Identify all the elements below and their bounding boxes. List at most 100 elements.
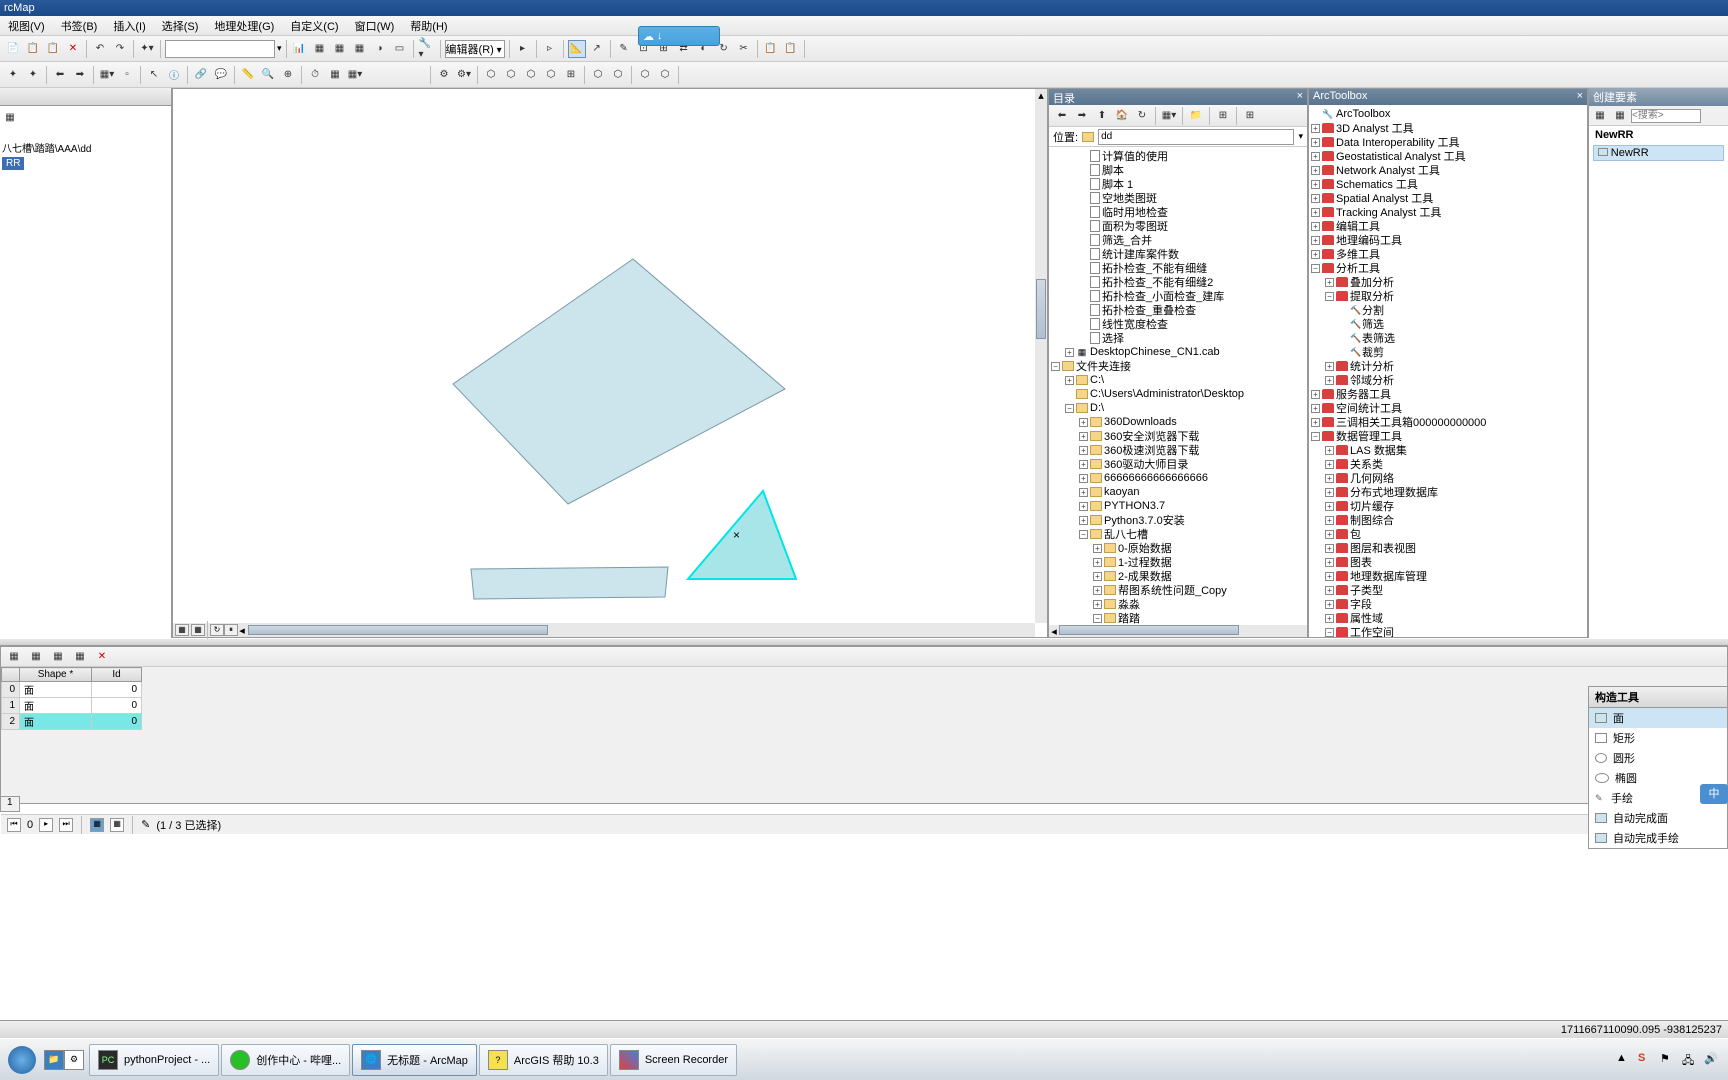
edit-vertex-icon[interactable]: ⬡ <box>482 66 500 84</box>
new-icon[interactable]: 📄 <box>4 40 22 58</box>
expander-icon[interactable]: − <box>1311 264 1320 273</box>
tree-item[interactable]: + 图表 <box>1311 555 1585 569</box>
tree-item[interactable]: 🔨 裁剪 <box>1311 345 1585 359</box>
tree-item[interactable]: − 工作空间 <box>1311 625 1585 637</box>
sketch-trace-icon[interactable]: ↗ <box>588 40 606 58</box>
last-record-icon[interactable]: ⏭ <box>59 818 73 832</box>
sketch-props-icon[interactable]: 📋 <box>782 40 800 58</box>
tree-item[interactable]: + 360Downloads <box>1051 415 1305 429</box>
filter-icon[interactable]: ▦ <box>1611 107 1629 125</box>
tree-item[interactable]: 拓扑检查_重叠检查 <box>1051 303 1305 317</box>
task-arcgis-help[interactable]: ?ArcGIS 帮助 10.3 <box>479 1044 608 1076</box>
expander-icon[interactable]: + <box>1065 376 1074 385</box>
tool3-icon[interactable]: ▦ <box>331 40 349 58</box>
tool7-icon[interactable]: 🔧▾ <box>418 40 436 58</box>
tray-net-icon[interactable]: 🖧 <box>1682 1052 1698 1068</box>
geoproc-icon[interactable]: ⚙ <box>435 66 453 84</box>
expander-icon[interactable]: − <box>1065 404 1074 413</box>
cut-poly-icon[interactable]: ⬡ <box>522 66 540 84</box>
tool1-icon[interactable]: 📊 <box>291 40 309 58</box>
expander-icon[interactable]: + <box>1311 138 1320 147</box>
fixed-zoom-icon[interactable]: ✦ <box>24 66 42 84</box>
paste-icon[interactable]: 📋 <box>44 40 62 58</box>
copy-icon[interactable]: 📋 <box>24 40 42 58</box>
tree-item[interactable]: 选择 <box>1051 331 1305 345</box>
expander-icon[interactable]: + <box>1079 488 1088 497</box>
show-selected-icon[interactable]: ▦ <box>110 818 124 832</box>
html-popup-icon[interactable]: 💬 <box>212 66 230 84</box>
tree-item[interactable]: + 2-成果数据 <box>1051 569 1305 583</box>
expander-icon[interactable]: + <box>1311 390 1320 399</box>
tree-item[interactable]: + 邻域分析 <box>1311 373 1585 387</box>
tree-item[interactable]: C:\Users\Administrator\Desktop <box>1051 387 1305 401</box>
tree-item[interactable]: + 图层和表视图 <box>1311 541 1585 555</box>
menu-customize[interactable]: 自定义(C) <box>282 16 346 35</box>
menu-window[interactable]: 窗口(W) <box>347 16 403 35</box>
table-row[interactable]: 0 面 0 <box>2 682 142 698</box>
scale-input[interactable] <box>165 40 275 58</box>
expander-icon[interactable]: + <box>1311 124 1320 133</box>
tree-item[interactable]: − 分析工具 <box>1311 261 1585 275</box>
tree-item[interactable]: + 统计分析 <box>1311 359 1585 373</box>
tree-item[interactable]: 🔨 表筛选 <box>1311 331 1585 345</box>
redo-icon[interactable]: ↷ <box>111 40 129 58</box>
tree-item[interactable]: + Schematics 工具 <box>1311 177 1585 191</box>
tree-item[interactable]: + 属性域 <box>1311 611 1585 625</box>
topo2-icon[interactable]: ⬡ <box>609 66 627 84</box>
tool5-icon[interactable]: ◑ <box>371 40 389 58</box>
template-icon[interactable]: ▦ <box>1591 107 1609 125</box>
tree-item[interactable]: + 编辑工具 <box>1311 219 1585 233</box>
expander-icon[interactable]: + <box>1325 614 1334 623</box>
col-rowid[interactable] <box>2 668 20 682</box>
tree-item[interactable]: + 几何网络 <box>1311 471 1585 485</box>
tray-icon[interactable]: ▲ <box>1616 1052 1632 1068</box>
topo3-icon[interactable]: ⬡ <box>636 66 654 84</box>
tree-item[interactable]: + LAS 数据集 <box>1311 443 1585 457</box>
expander-icon[interactable]: + <box>1311 222 1320 231</box>
tree-item[interactable]: 线性宽度检查 <box>1051 317 1305 331</box>
switch-sel-icon[interactable]: ▦ <box>71 648 89 666</box>
col-shape[interactable]: Shape * <box>20 668 92 682</box>
tree-item[interactable]: + 字段 <box>1311 597 1585 611</box>
tree-item[interactable]: + 多维工具 <box>1311 247 1585 261</box>
tree-item[interactable]: + 3D Analyst 工具 <box>1311 121 1585 135</box>
polygon-2[interactable] <box>471 567 668 599</box>
tree-item[interactable]: + Network Analyst 工具 <box>1311 163 1585 177</box>
polygon-3-selected[interactable] <box>688 491 796 579</box>
tree-item[interactable]: − 提取分析 <box>1311 289 1585 303</box>
tree-item[interactable]: + PYTHON3.7 <box>1051 499 1305 513</box>
task-arcmap[interactable]: 🌐无标题 - ArcMap <box>352 1044 477 1076</box>
expander-icon[interactable]: + <box>1079 432 1088 441</box>
menu-geoprocessing[interactable]: 地理处理(G) <box>206 16 282 35</box>
viewer-icon[interactable]: ▦ <box>326 66 344 84</box>
full-extent-icon[interactable]: ✦ <box>4 66 22 84</box>
expander-icon[interactable]: + <box>1093 558 1102 567</box>
home-icon[interactable]: 🏠 <box>1113 107 1131 125</box>
construct-tool[interactable]: 自动完成面 <box>1589 808 1727 828</box>
topo-icon[interactable]: ⬡ <box>589 66 607 84</box>
tree-item[interactable]: + 地理编码工具 <box>1311 233 1585 247</box>
view-icon[interactable]: ▦▾ <box>1160 107 1178 125</box>
refresh-icon[interactable]: ↻ <box>1133 107 1151 125</box>
start-button[interactable] <box>2 1042 42 1078</box>
expander-icon[interactable]: + <box>1325 572 1334 581</box>
expander-icon[interactable]: + <box>1311 180 1320 189</box>
tree-item[interactable]: + 分布式地理数据库 <box>1311 485 1585 499</box>
expander-icon[interactable]: − <box>1051 362 1060 371</box>
tree-item[interactable]: − 乱八七槽 <box>1051 527 1305 541</box>
tree-item[interactable]: + C:\ <box>1051 373 1305 387</box>
toc-layer-selected[interactable]: RR <box>2 157 24 170</box>
tree-item[interactable]: − 数据管理工具 <box>1311 429 1585 443</box>
tree-item[interactable]: + 0-原始数据 <box>1051 541 1305 555</box>
tray-s-icon[interactable]: S <box>1638 1052 1654 1068</box>
add-layer-icon[interactable]: ✦▾ <box>138 40 156 58</box>
expander-icon[interactable]: + <box>1325 516 1334 525</box>
expander-icon[interactable]: + <box>1325 376 1334 385</box>
next-extent-icon[interactable]: ➡ <box>71 66 89 84</box>
find-icon[interactable]: 🔍 <box>259 66 277 84</box>
pointer-icon[interactable]: ▹ <box>541 40 559 58</box>
menu-help[interactable]: 帮助(H) <box>402 16 455 35</box>
attribute-table[interactable]: Shape * Id 0 面 0 1 面 0 2 面 0 <box>1 667 142 730</box>
tree-item[interactable]: + 1-过程数据 <box>1051 555 1305 569</box>
expander-icon[interactable]: + <box>1325 558 1334 567</box>
